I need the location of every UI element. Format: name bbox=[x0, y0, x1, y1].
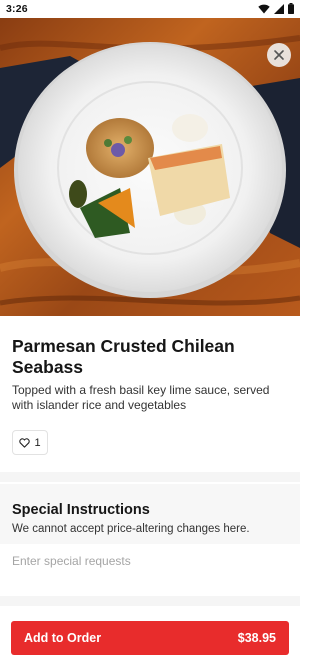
section-divider bbox=[0, 472, 300, 482]
special-instructions-title: Special Instructions bbox=[12, 502, 150, 518]
heart-outline-icon bbox=[19, 437, 31, 448]
status-icons bbox=[258, 3, 294, 14]
order-price: $38.95 bbox=[237, 631, 276, 645]
close-button[interactable] bbox=[267, 43, 291, 67]
status-bar: 3:26 bbox=[0, 0, 300, 18]
battery-icon bbox=[288, 3, 294, 14]
like-button[interactable]: 1 bbox=[12, 430, 48, 455]
add-to-order-label: Add to Order bbox=[24, 631, 102, 645]
dish-photo-illustration bbox=[0, 18, 300, 316]
close-icon bbox=[274, 50, 284, 60]
special-requests-input[interactable] bbox=[12, 547, 288, 575]
special-instructions-note: We cannot accept price-altering changes … bbox=[12, 523, 250, 535]
signal-icon bbox=[274, 3, 284, 14]
dish-photo bbox=[0, 18, 300, 316]
like-count: 1 bbox=[34, 436, 41, 449]
wifi-icon bbox=[258, 4, 270, 13]
dish-title: Parmesan Crusted Chilean Seabass bbox=[12, 336, 235, 377]
status-time: 3:26 bbox=[6, 3, 28, 15]
add-to-order-button[interactable]: Add to Order $38.95 bbox=[11, 621, 289, 655]
bottom-divider bbox=[0, 596, 300, 606]
dish-description: Topped with a fresh basil key lime sauce… bbox=[12, 383, 270, 412]
